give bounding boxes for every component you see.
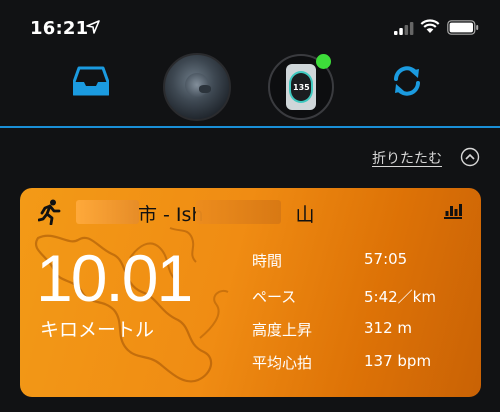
collapse-link[interactable]: 折りたたむ (372, 148, 442, 168)
stat-label-pace: ペース (252, 288, 297, 306)
stat-value-elevation: 312 m (364, 319, 413, 337)
cellular-signal-icon (394, 22, 414, 35)
redacted-text (76, 200, 139, 224)
location-arrow-icon (86, 20, 100, 34)
device-connected-indicator (316, 54, 331, 69)
watch-face-value: 135 (293, 83, 310, 92)
wifi-icon (420, 19, 440, 33)
sync-icon[interactable] (390, 64, 424, 98)
distance-value: 10.01 (36, 241, 193, 315)
status-time: 16:21 (30, 18, 89, 39)
header-divider (0, 126, 500, 128)
inbox-icon[interactable] (73, 66, 109, 96)
activity-title-part-1: 市 - Ish (138, 204, 204, 226)
activity-card[interactable]: 市 - Ish 山 10.01 キロメートル 時間 57:05 ペース 5:42／… (20, 188, 481, 397)
chevron-up-icon[interactable] (460, 147, 480, 167)
stat-value-pace: 5:42／km (364, 288, 436, 306)
stat-value-heart-rate: 137 bpm (364, 352, 432, 370)
stat-value-time: 57:05 (364, 250, 408, 268)
stat-label-time: 時間 (252, 252, 283, 270)
stat-label-heart-rate: 平均心拍 (252, 354, 313, 372)
profile-avatar[interactable] (163, 53, 231, 121)
redacted-text (196, 200, 281, 224)
battery-icon (447, 20, 479, 35)
running-icon (38, 199, 61, 225)
status-bar: 16:21 (0, 0, 500, 52)
bar-chart-icon[interactable] (444, 203, 462, 219)
distance-unit: キロメートル (40, 319, 155, 341)
activity-title-part-2: 山 (295, 204, 315, 226)
top-toolbar: 135 (0, 52, 500, 126)
stat-label-elevation: 高度上昇 (252, 321, 313, 339)
